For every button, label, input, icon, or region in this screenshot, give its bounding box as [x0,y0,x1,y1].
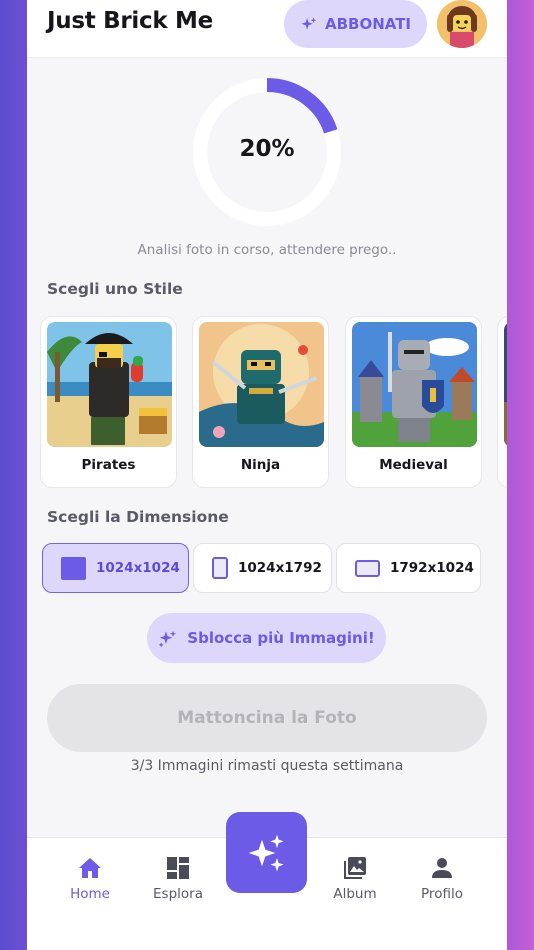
size-option-square[interactable]: 1024x1024 [42,543,189,593]
remaining-quota-text: 3/3 Immagini rimasti questa settimana [130,758,404,774]
nav-label: Esplora [153,886,203,902]
sparkles-icon [159,630,177,647]
portrait-ratio-icon [212,557,228,579]
style-card-label: Medieval [379,457,448,473]
subscribe-label: ABBONATI [324,15,412,33]
photos-icon [344,857,366,879]
nav-item-esplora[interactable]: Esplora [138,856,218,902]
app-screen: Just Brick Me ABBONATI 20% Analisi foto … [27,0,507,950]
style-card-medieval[interactable]: Medieval [345,316,482,488]
landscape-ratio-icon [355,559,380,577]
nav-item-profilo[interactable]: Profilo [402,856,482,902]
create-fab-button[interactable] [226,812,307,893]
size-section-title: Scegli la Dimensione [47,508,229,526]
unlock-more-images-button[interactable]: Sblocca più Immagini! [147,613,386,663]
top-bar: Just Brick Me ABBONATI [27,0,507,58]
size-option-label: 1024x1792 [238,560,322,576]
nav-label: Album [333,886,377,902]
size-option-landscape[interactable]: 1792x1024 [336,543,481,593]
nav-label: Home [70,886,110,902]
generate-label: Mattoncina la Foto [177,708,357,728]
nav-item-home[interactable]: Home [50,856,130,902]
pirates-thumbnail [47,322,172,447]
home-icon [79,858,101,878]
style-card-label: Pirates [81,457,136,473]
unlock-label: Sblocca più Immagini! [187,629,375,647]
nav-label: Profilo [421,886,463,902]
style-card-ninja[interactable]: Ninja [192,316,329,488]
app-title: Just Brick Me [47,8,213,34]
style-card-pirates[interactable]: Pirates [40,316,177,488]
grid-icon [167,857,189,879]
progress-value: 20% [239,136,295,162]
style-card-partial[interactable] [497,316,507,488]
sparkles-icon [248,834,284,871]
person-icon [432,858,452,878]
size-option-label: 1024x1024 [96,560,180,576]
style-section-title: Scegli uno Stile [47,280,183,298]
subscribe-button[interactable]: ABBONATI [284,0,427,48]
partial-thumbnail [504,322,507,447]
size-option-portrait[interactable]: 1024x1792 [193,543,332,593]
square-ratio-icon [61,556,86,580]
nav-item-album[interactable]: Album [315,856,395,902]
style-card-label: Ninja [240,457,281,473]
sparkles-icon [301,16,317,29]
avatar[interactable] [437,0,487,48]
medieval-thumbnail [352,322,477,447]
generate-photo-button[interactable]: Mattoncina la Foto [47,684,487,752]
size-option-label: 1792x1024 [390,560,474,576]
ninja-thumbnail [199,322,324,447]
status-message: Analisi foto in corso, attendere prego.. [137,242,397,258]
